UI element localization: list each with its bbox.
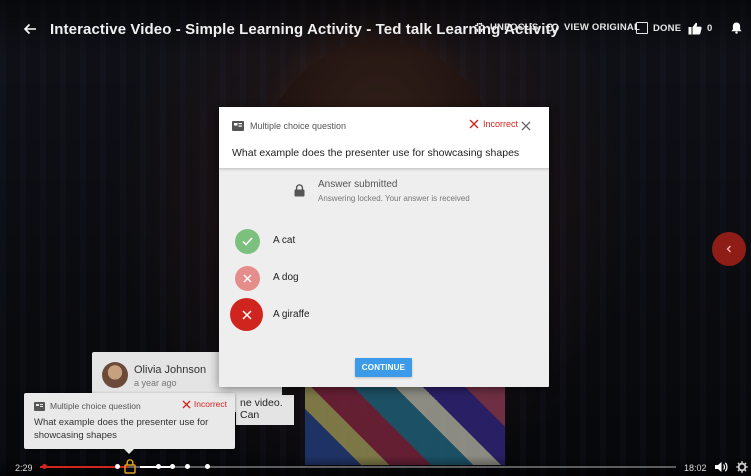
view-original-label: VIEW ORIGINAL	[564, 22, 640, 33]
lock-icon[interactable]	[123, 458, 137, 474]
bell-icon	[731, 22, 742, 34]
question-preview-text: What example does the presenter use for …	[34, 417, 209, 441]
question-modal: Multiple choice question Incorrect What …	[219, 107, 549, 387]
question-type-icon	[232, 121, 244, 131]
submitted-title: Answer submitted	[318, 179, 398, 190]
back-button[interactable]	[20, 19, 40, 39]
question-type-icon	[34, 401, 45, 411]
interaction-marker[interactable]	[115, 464, 120, 469]
correct-answer-badge	[235, 229, 260, 254]
previous-interaction-button[interactable]	[712, 232, 746, 266]
question-type: Multiple choice question	[232, 121, 346, 131]
x-icon	[243, 274, 252, 283]
modal-header: Multiple choice question Incorrect What …	[219, 107, 549, 169]
total-time: 18:02	[684, 463, 707, 473]
result-status-label: Incorrect	[483, 119, 519, 129]
chevron-left-icon	[726, 245, 731, 253]
continue-button[interactable]: CONTINUE	[355, 358, 412, 377]
unfocus-label: UNFOCUS	[490, 22, 539, 33]
x-icon	[241, 309, 252, 320]
thumbs-up-icon	[688, 22, 702, 35]
volume-icon[interactable]	[714, 461, 728, 473]
interaction-marker[interactable]	[42, 464, 47, 469]
interaction-marker[interactable]	[170, 464, 175, 469]
question-preview-status-label: Incorrect	[193, 399, 227, 409]
gear-icon[interactable]	[736, 461, 748, 473]
question-type-label: Multiple choice question	[250, 121, 347, 131]
close-icon	[521, 121, 531, 131]
like-count: 0	[707, 23, 713, 34]
unfocus-icon	[475, 23, 484, 32]
question-preview-status: Incorrect	[182, 399, 227, 409]
lock-icon	[294, 184, 305, 197]
unfocus-button[interactable]: UNFOCUS	[474, 22, 538, 33]
avatar	[102, 362, 128, 388]
like-button[interactable]: 0	[688, 22, 712, 35]
answer-option-label: A cat	[273, 235, 296, 246]
done-button[interactable]: DONE	[636, 22, 681, 34]
interaction-marker[interactable]	[185, 464, 190, 469]
answer-option: A dog	[233, 264, 493, 296]
answer-option-label: A dog	[273, 272, 299, 283]
answer-option-selected: A giraffe	[230, 298, 493, 331]
comment-author: Olivia Johnson	[134, 364, 207, 376]
comment-text: ne video. Can	[236, 395, 294, 425]
progress-segment	[140, 466, 170, 468]
check-icon	[242, 237, 253, 246]
current-time: 2:29	[15, 463, 33, 473]
question-preview-type: Multiple choice question	[34, 401, 141, 411]
link-icon	[546, 23, 559, 32]
comment-time: a year ago	[134, 378, 177, 388]
view-original-button[interactable]: VIEW ORIGINAL	[546, 22, 640, 33]
close-icon	[182, 400, 191, 408]
answer-option: A cat	[233, 227, 493, 259]
close-button[interactable]	[519, 119, 533, 133]
question-text: What example does the presenter use for …	[232, 147, 520, 159]
wrong-answer-badge	[235, 266, 260, 291]
answer-option-label: A giraffe	[273, 309, 310, 320]
interaction-marker[interactable]	[205, 464, 210, 469]
question-preview-type-label: Multiple choice question	[50, 401, 141, 411]
preview-pointer	[124, 449, 134, 454]
top-bar: Interactive Video - Simple Learning Acti…	[0, 0, 751, 58]
checkbox-icon	[636, 22, 648, 34]
submitted-text: Answering locked. Your answer is receive…	[318, 194, 470, 203]
notifications-button[interactable]	[731, 22, 742, 34]
x-icon	[469, 119, 479, 129]
arrow-left-icon	[23, 23, 36, 35]
answer-submitted-notice: Answer submitted Answering locked. Your …	[294, 179, 494, 209]
comment-text-fragment: ne video. Can	[240, 397, 283, 421]
question-preview-card[interactable]: Multiple choice question Incorrect What …	[24, 393, 235, 449]
done-label: DONE	[653, 22, 682, 34]
selected-wrong-answer-badge	[230, 298, 263, 331]
result-status: Incorrect	[469, 119, 518, 129]
